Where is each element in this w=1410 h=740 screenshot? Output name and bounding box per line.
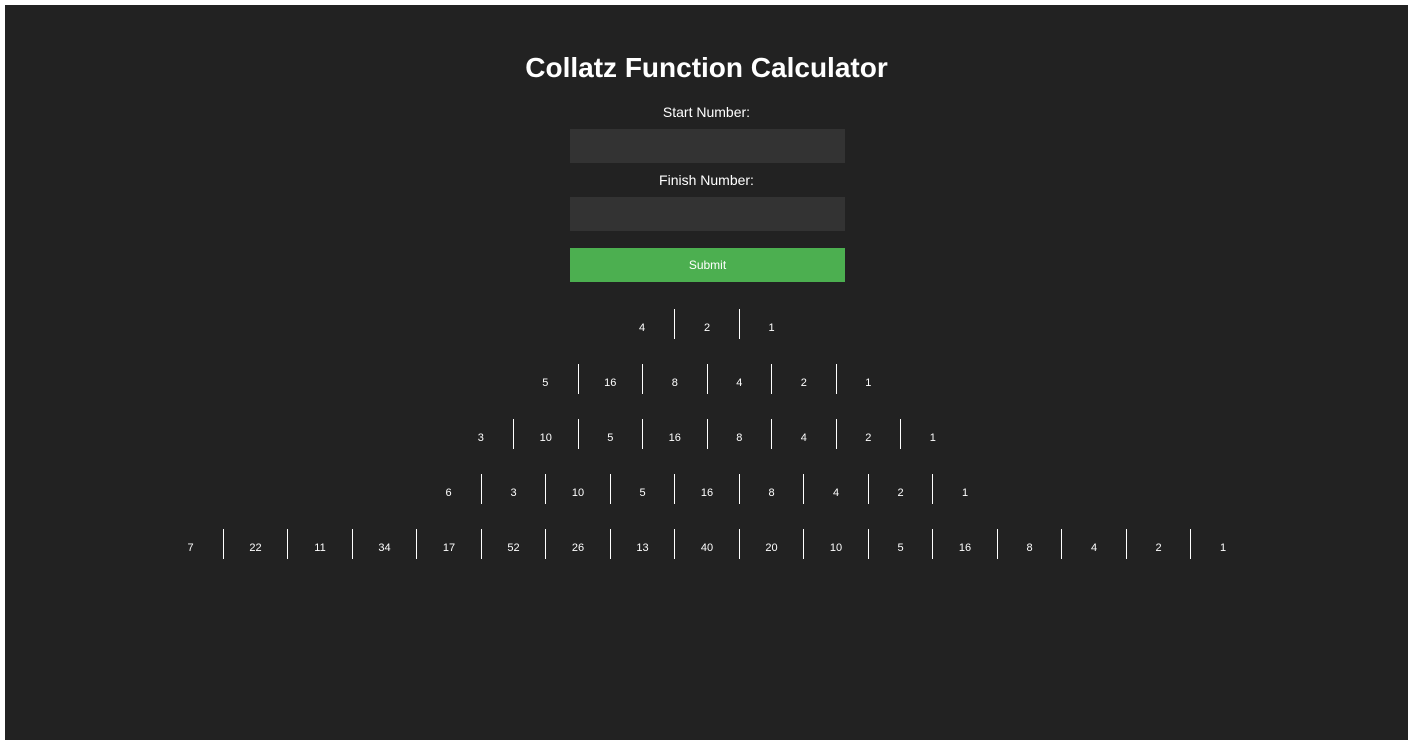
sequence-value: 2: [897, 487, 904, 499]
sequence-cell: 4: [706, 364, 772, 394]
sequence-value: 5: [639, 487, 646, 499]
sequence-cell: 1: [932, 474, 997, 504]
sequence-value: 5: [897, 542, 904, 554]
sequence-cell: 3: [480, 474, 546, 504]
sequence-cell: 6: [416, 474, 481, 504]
page-title: Collatz Function Calculator: [525, 52, 888, 83]
sequence-value: 6: [445, 487, 452, 499]
sequence-value: 8: [736, 432, 743, 444]
sequence-cell: 16: [674, 474, 739, 504]
sequence-cell: 16: [577, 364, 643, 394]
sequence-cell: 10: [513, 419, 578, 449]
sequence-cell: 4: [771, 419, 836, 449]
sequence-cell: 2: [771, 364, 836, 394]
sequence-cell: 10: [545, 474, 610, 504]
sequence-cell: 8: [706, 419, 772, 449]
sequence-cell: 1: [900, 419, 965, 449]
sequence-value: 40: [700, 542, 714, 554]
sequence-value: 8: [671, 377, 678, 389]
sequence-cell: 20: [738, 529, 804, 559]
sequence-row: 3 10 5 16 8 4 2 1: [5, 419, 1408, 449]
sequence-value: 10: [829, 542, 843, 554]
sequence-value: 2: [1155, 542, 1162, 554]
sequence-value: 13: [636, 542, 649, 554]
submit-button[interactable]: Submit: [570, 248, 845, 282]
sequence-cell: 5: [577, 419, 643, 449]
sequence-value: 1: [961, 487, 969, 499]
sequence-value: 5: [607, 432, 614, 444]
sequence-cell: 8: [642, 364, 707, 394]
sequence-value: 1: [1219, 542, 1227, 554]
sequence-cell: 2: [674, 309, 739, 339]
sequence-value: 4: [1090, 542, 1098, 554]
sequence-cell: 7: [158, 529, 223, 559]
sequence-value: 2: [865, 432, 872, 444]
sequence-value: 4: [832, 487, 840, 499]
sequence-cell: 1: [835, 364, 901, 394]
sequence-cell: 4: [610, 309, 675, 339]
sequence-cell: 4: [803, 474, 868, 504]
sequence-value: 7: [187, 542, 194, 554]
sequence-cell: 40: [674, 529, 739, 559]
app-viewport: Collatz Function Calculator Start Number…: [5, 5, 1408, 740]
sequence-cell: 16: [932, 529, 997, 559]
sequence-value: 34: [378, 542, 391, 554]
sequence-value: 52: [507, 542, 520, 554]
finish-number-label: Finish Number:: [659, 172, 754, 188]
sequence-cell: 34: [351, 529, 417, 559]
sequence-cell: 2: [835, 419, 901, 449]
sequence-cell: 5: [513, 364, 578, 394]
sequence-cell: 13: [609, 529, 675, 559]
sequence-cell: 10: [803, 529, 868, 559]
sequence-value: 8: [1026, 542, 1033, 554]
sequence-value: 17: [442, 542, 456, 554]
sequence-value: 2: [800, 377, 807, 389]
sequence-value: 3: [477, 432, 484, 444]
sequence-value: 16: [604, 377, 617, 389]
sequence-value: 10: [571, 487, 585, 499]
sequence-value: 1: [865, 377, 872, 389]
sequence-row: 7 22 11 34 17 52 26 13 40 20 10 5 16 8 4 2 1: [5, 529, 1408, 559]
sequence-cell: 22: [222, 529, 288, 559]
sequence-value: 8: [768, 487, 775, 499]
sequence-value: 16: [700, 487, 714, 499]
sequence-cell: 2: [867, 474, 933, 504]
sequence-value: 22: [249, 542, 262, 554]
sequence-cell: 52: [480, 529, 546, 559]
sequence-cell: 3: [449, 419, 514, 449]
sequence-value: 4: [800, 432, 807, 444]
sequence-row: 4 2 1: [5, 309, 1408, 339]
sequence-value: 16: [958, 542, 972, 554]
sequence-value: 16: [668, 432, 681, 444]
sequence-cell: 8: [738, 474, 804, 504]
sequence-row: 6 3 10 5 16 8 4 2 1: [5, 474, 1408, 504]
sequence-cell: 11: [287, 529, 352, 559]
sequence-cell: 26: [545, 529, 610, 559]
sequence-value: 26: [571, 542, 585, 554]
sequence-cell: 8: [996, 529, 1062, 559]
sequence-value: 2: [703, 322, 711, 334]
sequence-value: 1: [768, 322, 775, 334]
sequence-value: 11: [314, 542, 326, 554]
start-number-label: Start Number:: [662, 104, 751, 120]
sequence-cell: 4: [1061, 529, 1126, 559]
sequence-value: 10: [539, 432, 552, 444]
sequence-cell: 16: [642, 419, 707, 449]
sequence-value: 4: [736, 377, 743, 389]
sequence-value: 5: [542, 377, 549, 389]
sequence-value: 4: [638, 322, 646, 334]
sequence-cell: 5: [867, 529, 933, 559]
sequence-value: 1: [929, 432, 936, 444]
sequence-cell: 1: [1190, 529, 1255, 559]
sequence-row: 5 16 8 4 2 1: [5, 364, 1408, 394]
sequence-cell: 17: [416, 529, 481, 559]
sequence-cell: 2: [1125, 529, 1191, 559]
finish-number-input[interactable]: [570, 197, 845, 231]
sequence-value: 3: [510, 487, 517, 499]
sequence-cell: 1: [738, 309, 804, 339]
start-number-input[interactable]: [570, 129, 845, 163]
sequence-value: 20: [765, 542, 778, 554]
sequence-cell: 5: [609, 474, 675, 504]
